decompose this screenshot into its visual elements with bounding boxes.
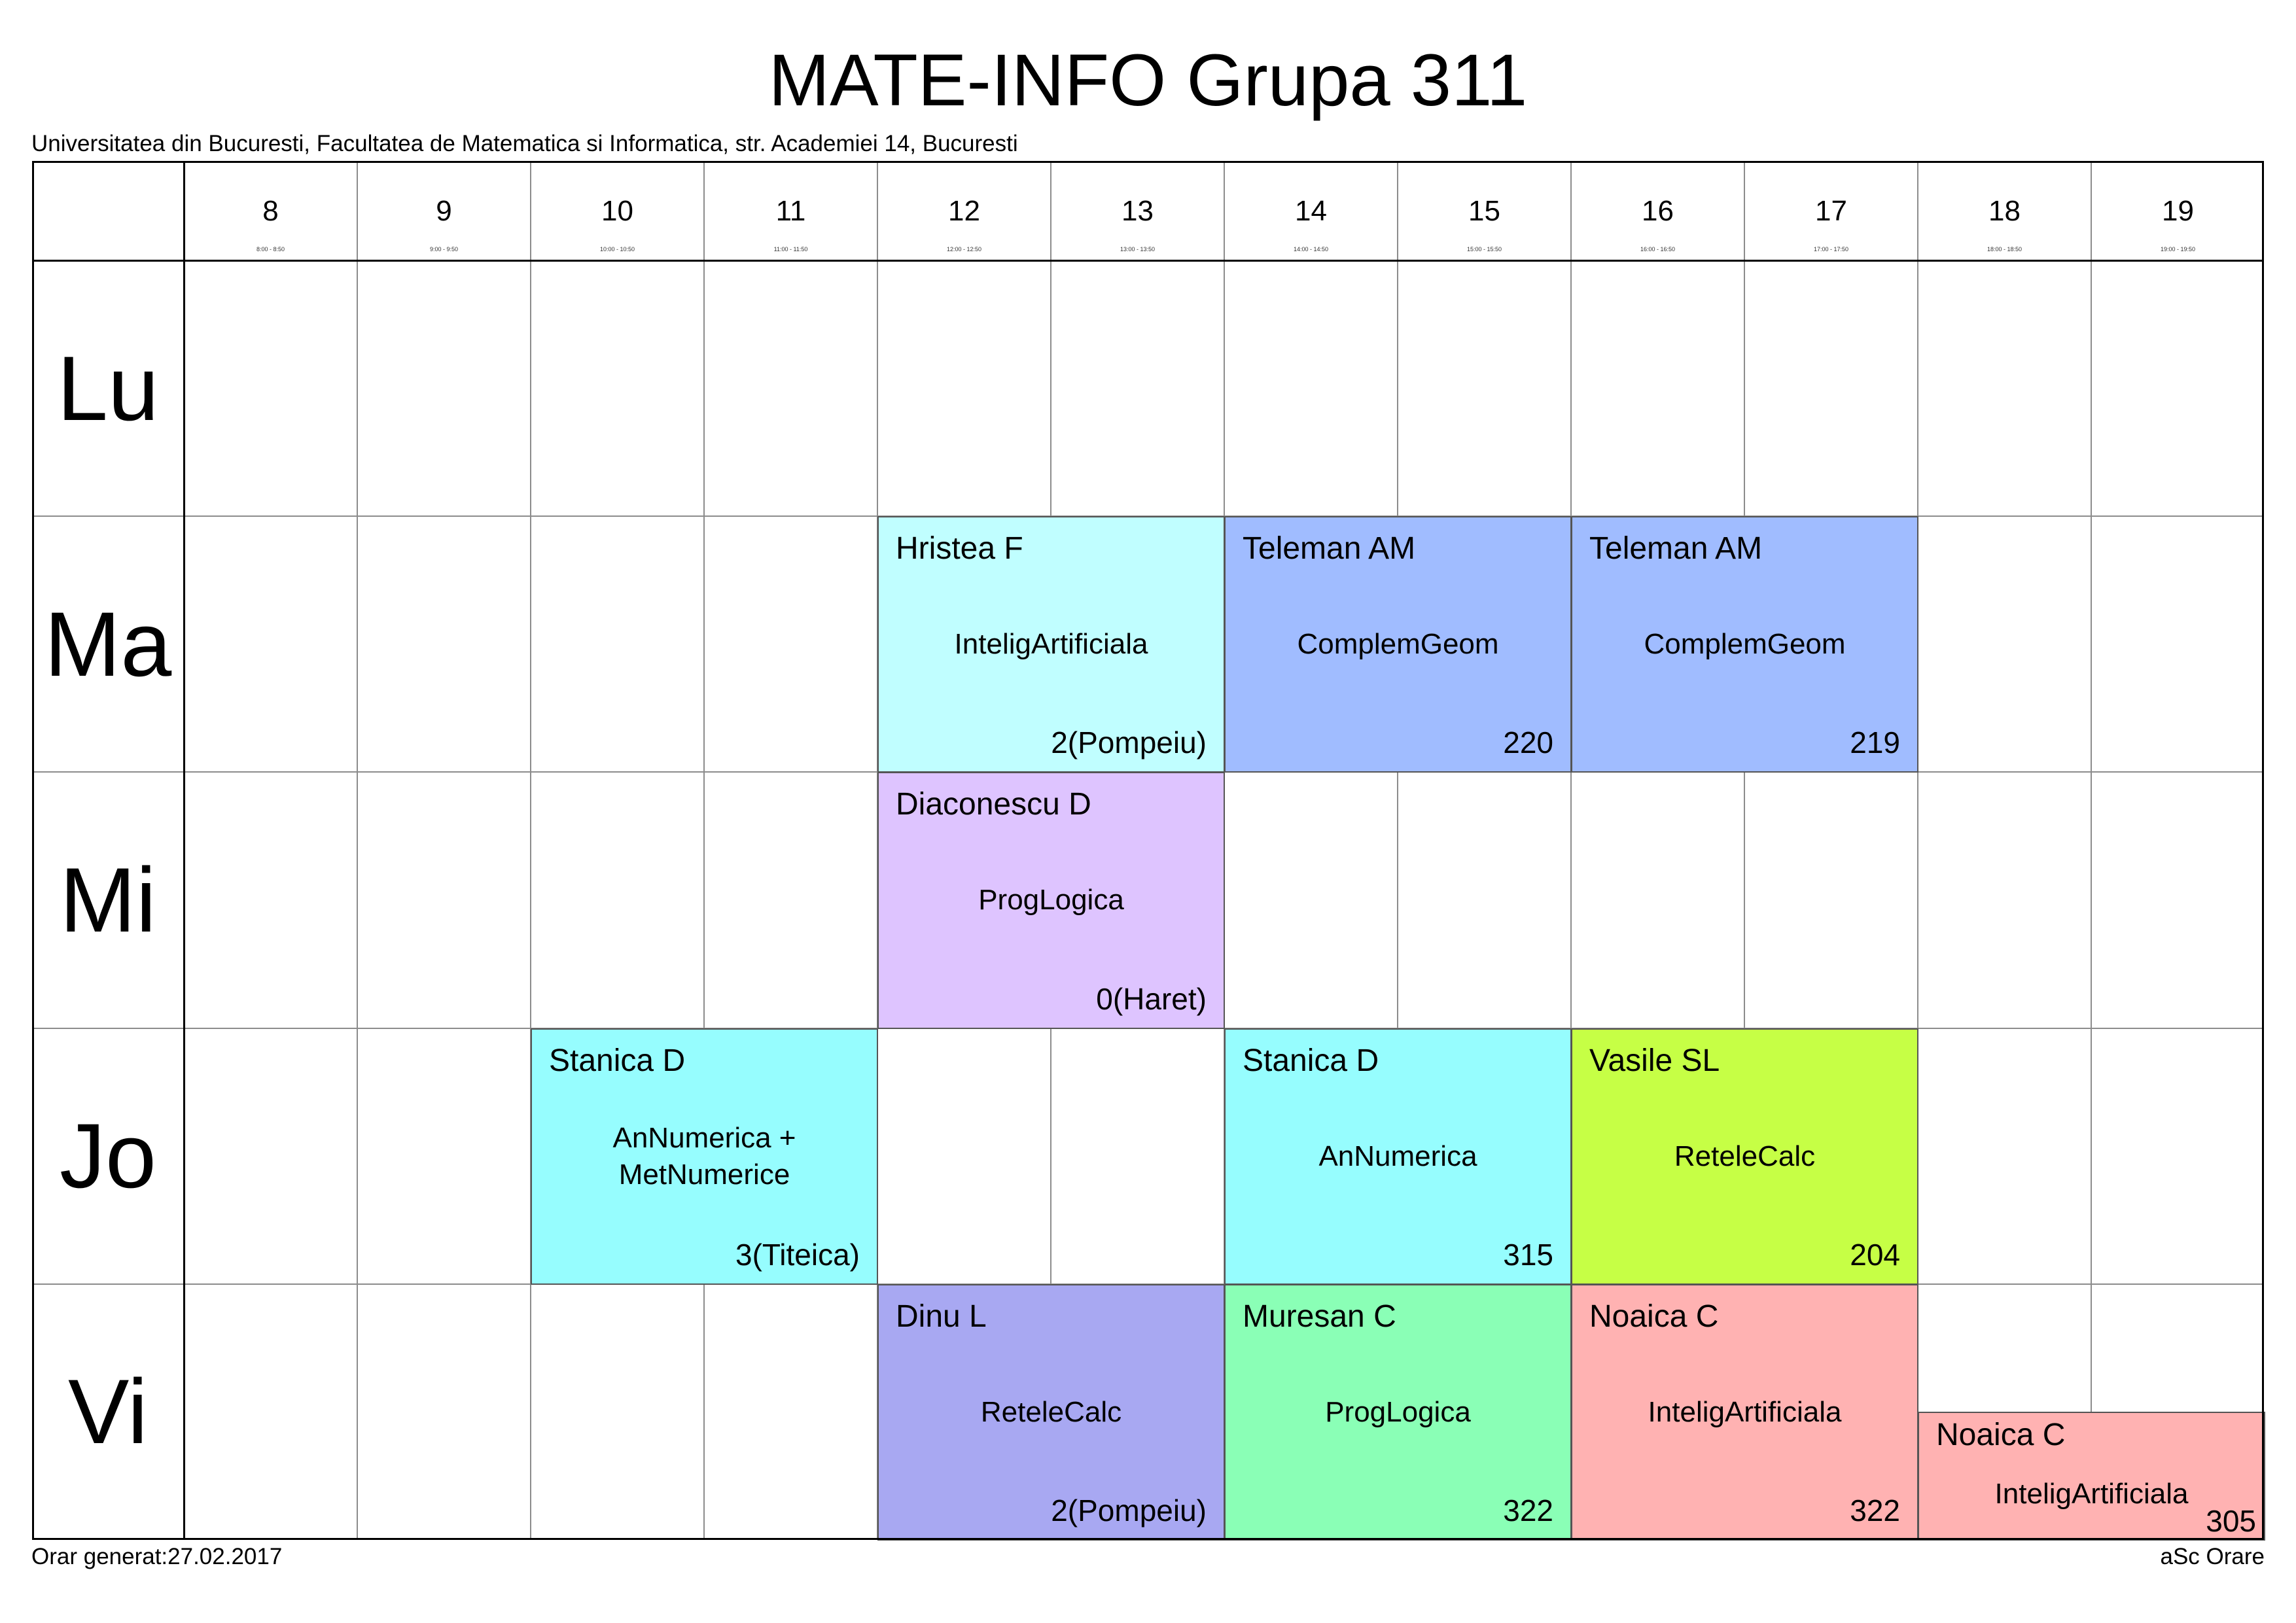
lesson-card[interactable]: Dinu L ReteleCalc 2(Pompeiu): [877, 1283, 1225, 1541]
hour-number: 12: [948, 195, 980, 227]
lesson-room: 315: [1503, 1237, 1553, 1272]
lesson-card[interactable]: Hristea F InteligArtificiala 2(Pompeiu): [877, 516, 1225, 773]
hour-time-range: 19:00 - 19:50: [2160, 246, 2196, 253]
lesson-subject: ComplemGeom: [1297, 628, 1499, 661]
hour-header: 17 17:00 - 17:50: [1744, 161, 1918, 260]
lesson-card[interactable]: Muresan C ProgLogica 322: [1224, 1283, 1572, 1541]
lesson-room: 219: [1850, 725, 1900, 760]
hour-time-range: 12:00 - 12:50: [946, 246, 982, 253]
lesson-subject: AnNumerica: [1318, 1140, 1477, 1172]
lesson-subject: ReteleCalc: [1674, 1140, 1816, 1172]
grid-line-vertical: [530, 161, 531, 1540]
timetable-grid: 8 8:00 - 8:50 9 9:00 - 9:50 10 10:00 - 10:50 1…: [32, 161, 2265, 1541]
hour-number: 9: [436, 195, 452, 227]
hour-header: 19 19:00 - 19:50: [2091, 161, 2265, 260]
hour-time-range: 10:00 - 10:50: [599, 246, 635, 253]
grid-line-vertical: [357, 161, 358, 1540]
hour-number: 11: [775, 195, 806, 227]
lesson-teacher: Noaica C: [1936, 1418, 2066, 1453]
day-label: Jo: [60, 1104, 156, 1208]
lesson-teacher: Hristea F: [896, 531, 1023, 567]
lesson-subject: ComplemGeom: [1644, 628, 1846, 661]
lesson-teacher: Teleman AM: [1589, 531, 1763, 567]
hour-time-range: 8:00 - 8:50: [256, 246, 285, 253]
lesson-card[interactable]: Noaica C InteligArtificiala 322: [1571, 1283, 1918, 1541]
hour-number: 18: [1988, 195, 2021, 227]
lesson-teacher: Noaica C: [1589, 1299, 1719, 1334]
lesson-room: 0(Haret): [1096, 981, 1207, 1016]
lesson-teacher: Stanica D: [1243, 1043, 1379, 1078]
grid-line-vertical: [703, 161, 705, 1540]
hour-number: 17: [1815, 195, 1847, 227]
lesson-card[interactable]: Teleman AM ComplemGeom 220: [1224, 516, 1572, 773]
lesson-teacher: Vasile SL: [1589, 1043, 1720, 1078]
hour-time-range: 13:00 - 13:50: [1120, 246, 1156, 253]
lesson-teacher: Dinu L: [896, 1299, 987, 1334]
hour-header: 13 13:00 - 13:50: [1051, 161, 1224, 260]
lesson-subject: ReteleCalc: [980, 1395, 1122, 1428]
generated-date: Orar generat:27.02.2017: [31, 1544, 283, 1569]
hour-time-range: 16:00 - 16:50: [1640, 246, 1676, 253]
lesson-subject: ProgLogica: [1325, 1395, 1471, 1428]
lesson-room: 305: [2206, 1503, 2256, 1538]
hour-time-range: 17:00 - 17:50: [1813, 246, 1849, 253]
lesson-card[interactable]: Diaconescu D ProgLogica 0(Haret): [877, 772, 1225, 1029]
generator-credit: aSc Orare: [2160, 1544, 2265, 1569]
lesson-subject: InteligArtificiala: [954, 628, 1148, 661]
hour-number: 19: [2162, 195, 2194, 227]
institution-subtitle: Universitatea din Bucuresti, Facultatea …: [31, 131, 1018, 156]
lesson-card[interactable]: Stanica D AnNumerica 315: [1224, 1028, 1572, 1285]
hour-header: 10 10:00 - 10:50: [531, 161, 704, 260]
hour-header: 9 9:00 - 9:50: [357, 161, 531, 260]
lesson-teacher: Stanica D: [549, 1043, 686, 1078]
hour-number: 14: [1295, 195, 1327, 227]
day-label: Mi: [60, 848, 156, 951]
hour-time-range: 14:00 - 14:50: [1293, 246, 1329, 253]
lesson-room: 322: [1503, 1493, 1553, 1527]
hour-number: 8: [262, 195, 279, 227]
lesson-subject: InteligArtificiala: [1648, 1395, 1842, 1428]
hour-header: 11 11:00 - 11:50: [704, 161, 877, 260]
day-label: Ma: [44, 592, 172, 695]
hour-time-range: 11:00 - 11:50: [773, 246, 808, 253]
hour-number: 13: [1122, 195, 1154, 227]
hour-time-range: 18:00 - 18:50: [1987, 246, 2022, 253]
lesson-teacher: Muresan C: [1243, 1299, 1396, 1334]
lesson-card[interactable]: Noaica C InteligArtificiala 305: [1918, 1412, 2265, 1541]
lesson-room: 3(Titeica): [735, 1237, 860, 1272]
hour-header: 8 8:00 - 8:50: [184, 161, 357, 260]
lesson-subject: AnNumerica + MetNumerice: [612, 1121, 796, 1191]
hour-number: 16: [1642, 195, 1674, 227]
lesson-room: 220: [1503, 725, 1553, 760]
hour-time-range: 15:00 - 15:50: [1466, 246, 1502, 253]
lesson-room: 2(Pompeiu): [1051, 1493, 1207, 1527]
lesson-room: 204: [1850, 1237, 1900, 1272]
lesson-teacher: Diaconescu D: [896, 787, 1091, 822]
day-column-separator: [183, 161, 185, 1540]
hour-time-range: 9:00 - 9:50: [429, 246, 459, 253]
day-label: Vi: [68, 1360, 148, 1463]
lesson-card[interactable]: Stanica D AnNumerica + MetNumerice 3(Titei…: [531, 1028, 878, 1285]
page-title: MATE-INFO Grupa 311: [768, 39, 1528, 121]
hour-header: 15 15:00 - 15:50: [1398, 161, 1571, 260]
hour-header: 18 18:00 - 18:50: [1918, 161, 2091, 260]
lesson-teacher: Teleman AM: [1243, 531, 1416, 567]
grid-line-vertical: [2091, 161, 2092, 1540]
hour-header: 12 12:00 - 12:50: [877, 161, 1051, 260]
hour-header: 16 16:00 - 16:50: [1571, 161, 1744, 260]
lesson-card[interactable]: Teleman AM ComplemGeom 219: [1571, 516, 1918, 773]
hour-header: 14 14:00 - 14:50: [1224, 161, 1398, 260]
hour-number: 15: [1468, 195, 1500, 227]
lesson-room: 2(Pompeiu): [1051, 725, 1207, 760]
lesson-subject: ProgLogica: [978, 884, 1124, 916]
lesson-room: 322: [1850, 1493, 1900, 1527]
hour-number: 10: [601, 195, 633, 227]
lesson-card[interactable]: Vasile SL ReteleCalc 204: [1571, 1028, 1918, 1285]
header-row-separator: [32, 260, 2264, 262]
day-label: Lu: [57, 336, 159, 440]
